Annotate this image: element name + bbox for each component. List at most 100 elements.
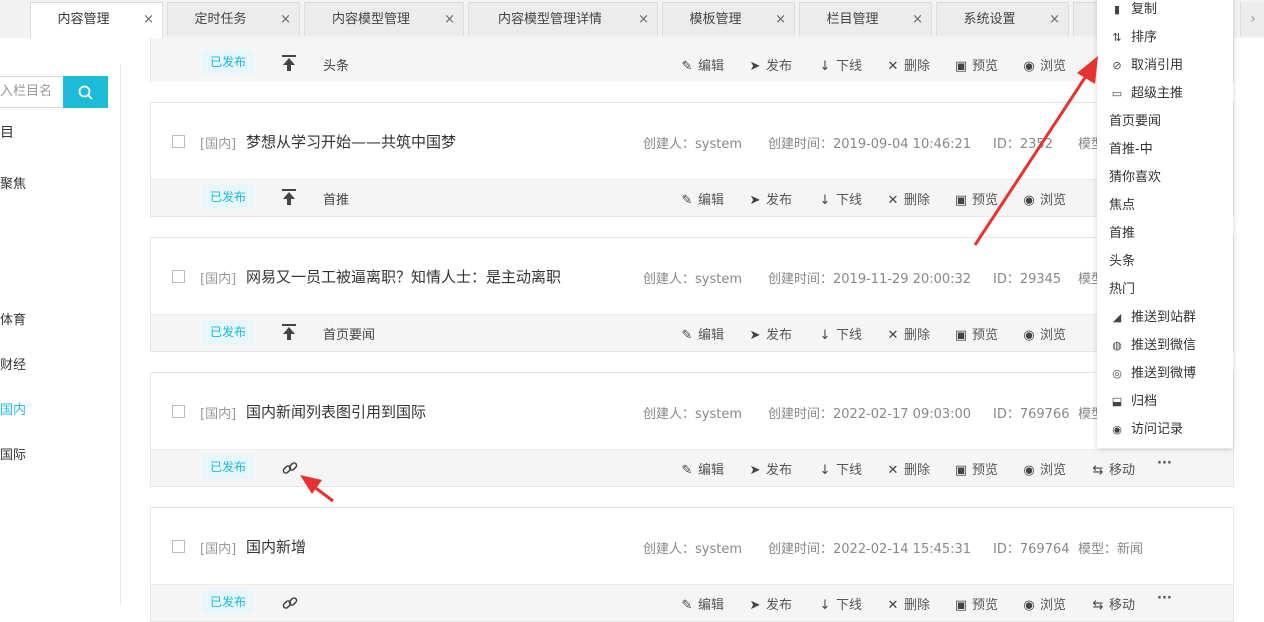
edit-button[interactable]: ✎ 编辑 <box>680 55 724 74</box>
tab-close-icon[interactable]: × <box>143 3 154 37</box>
tab-content-model-detail[interactable]: 内容模型管理详情 × <box>468 2 658 36</box>
card-action-bar: 已发布 首页要闻 ✎ 编辑 ➤ 发布 ↓ 下线 ✕ 删除 ▣ 预览 ◉ 浏览 <box>151 314 1233 351</box>
tab-close-icon[interactable]: × <box>280 3 291 37</box>
tab-close-icon[interactable]: × <box>912 3 923 37</box>
tree-item-focus[interactable]: 聚焦 <box>0 173 26 192</box>
preview-icon: ▣ <box>954 463 968 478</box>
preview-button[interactable]: ▣ 预览 <box>954 459 998 478</box>
browse-button[interactable]: ◉ 浏览 <box>1022 459 1066 478</box>
edit-button[interactable]: ✎ 编辑 <box>680 459 724 478</box>
offline-button[interactable]: ↓ 下线 <box>818 594 862 613</box>
menu-item-push-weibo[interactable]: ◎ 推送到微博 <box>1109 362 1196 381</box>
offline-button[interactable]: ↓ 下线 <box>818 55 862 74</box>
preview-button[interactable]: ▣ 预览 <box>954 189 998 208</box>
article-creator: 创建人：system <box>643 137 742 152</box>
eye-icon: ◉ <box>1023 328 1035 343</box>
move-button[interactable]: ⇆ 移动 <box>1091 459 1135 478</box>
edit-icon: ✎ <box>681 598 693 613</box>
tab-close-icon[interactable]: × <box>775 3 786 37</box>
tab-close-icon[interactable]: × <box>1049 3 1060 37</box>
promote-top-icon[interactable] <box>282 189 296 205</box>
publish-button[interactable]: ➤ 发布 <box>748 594 792 613</box>
publish-button[interactable]: ➤ 发布 <box>748 459 792 478</box>
menu-item-super-promote[interactable]: ▭ 超级主推 <box>1109 82 1183 101</box>
menu-item-you-may-like[interactable]: 猜你喜欢 <box>1109 166 1161 185</box>
offline-button[interactable]: ↓ 下线 <box>818 324 862 343</box>
offline-button[interactable]: ↓ 下线 <box>818 189 862 208</box>
menu-item-sort[interactable]: ⇅ 排序 <box>1109 26 1157 45</box>
send-icon: ➤ <box>749 193 761 208</box>
super-promote-icon: ▭ <box>1111 87 1123 100</box>
menu-item-push-site-group[interactable]: ◢ 推送到站群 <box>1109 306 1196 325</box>
publish-button[interactable]: ➤ 发布 <box>748 324 792 343</box>
preview-icon: ▣ <box>954 328 968 343</box>
article-creator: 创建人：system <box>643 542 742 557</box>
menu-item-homepage-headline[interactable]: 首页要闻 <box>1109 110 1161 129</box>
select-checkbox[interactable] <box>172 135 185 148</box>
browse-button[interactable]: ◉ 浏览 <box>1022 55 1066 74</box>
tab-template-management[interactable]: 模板管理 × <box>662 2 795 36</box>
preview-button[interactable]: ▣ 预览 <box>954 55 998 74</box>
delete-button[interactable]: ✕ 删除 <box>886 324 930 343</box>
link-icon[interactable] <box>282 460 298 476</box>
select-checkbox[interactable] <box>172 540 185 553</box>
menu-item-push-wechat[interactable]: ◍ 推送到微信 <box>1109 334 1196 353</box>
tab-close-icon[interactable]: × <box>638 3 649 37</box>
tab-column-management[interactable]: 栏目管理 × <box>799 2 932 36</box>
menu-item-visit-log[interactable]: ◉ 访问记录 <box>1109 418 1183 437</box>
browse-button[interactable]: ◉ 浏览 <box>1022 594 1066 613</box>
offline-button[interactable]: ↓ 下线 <box>818 459 862 478</box>
menu-item-top-pick[interactable]: 首推 <box>1109 222 1135 241</box>
article-title[interactable]: 国内新闻列表图引用到国际 <box>246 401 426 422</box>
tree-item-sports[interactable]: 体育 <box>0 309 26 328</box>
article-title[interactable]: 国内新增 <box>246 536 306 557</box>
tab-content-model-management[interactable]: 内容模型管理 × <box>304 2 464 36</box>
preview-button[interactable]: ▣ 预览 <box>954 594 998 613</box>
tab-scroll-right-icon[interactable]: › <box>1240 2 1264 36</box>
column-search-input[interactable]: 入栏目名 <box>0 76 64 108</box>
tab-scheduled-tasks[interactable]: 定时任务 × <box>167 2 300 36</box>
tab-close-icon[interactable]: × <box>444 3 455 37</box>
close-icon: ✕ <box>887 463 899 478</box>
menu-item-unlink[interactable]: ⊘ 取消引用 <box>1109 54 1183 73</box>
move-button[interactable]: ⇆ 移动 <box>1091 594 1135 613</box>
tab-content-management[interactable]: 内容管理 × <box>30 2 163 38</box>
edit-button[interactable]: ✎ 编辑 <box>680 189 724 208</box>
tree-item-international[interactable]: 国际 <box>0 444 26 463</box>
edit-button[interactable]: ✎ 编辑 <box>680 594 724 613</box>
publish-button[interactable]: ➤ 发布 <box>748 189 792 208</box>
menu-item-headline[interactable]: 头条 <box>1109 250 1135 269</box>
preview-button[interactable]: ▣ 预览 <box>954 324 998 343</box>
link-icon[interactable] <box>282 595 298 611</box>
browse-button[interactable]: ◉ 浏览 <box>1022 324 1066 343</box>
menu-item-top-pick-mid[interactable]: 首推-中 <box>1109 138 1153 157</box>
article-id: ID：769764 <box>993 542 1070 557</box>
tree-item-domestic[interactable]: 国内 <box>0 399 26 418</box>
swap-icon: ⇆ <box>1092 463 1104 478</box>
browse-button[interactable]: ◉ 浏览 <box>1022 189 1066 208</box>
promote-top-icon[interactable] <box>282 324 296 340</box>
search-button[interactable] <box>63 76 108 108</box>
edit-button[interactable]: ✎ 编辑 <box>680 324 724 343</box>
delete-button[interactable]: ✕ 删除 <box>886 189 930 208</box>
menu-item-copy[interactable]: ▮ 复制 <box>1109 0 1157 17</box>
select-checkbox[interactable] <box>172 270 185 283</box>
menu-item-hot[interactable]: 热门 <box>1109 278 1135 297</box>
more-button[interactable]: ··· <box>1157 591 1172 606</box>
promote-top-icon[interactable] <box>282 55 296 71</box>
tree-item-finance[interactable]: 财经 <box>0 354 26 373</box>
delete-button[interactable]: ✕ 删除 <box>886 594 930 613</box>
publish-button[interactable]: ➤ 发布 <box>748 55 792 74</box>
weibo-icon: ◎ <box>1112 367 1122 380</box>
more-button[interactable]: ··· <box>1157 456 1172 471</box>
menu-item-focus[interactable]: 焦点 <box>1109 194 1135 213</box>
article-title[interactable]: 梦想从学习开始——共筑中国梦 <box>246 131 456 152</box>
menu-item-archive[interactable]: ⬓ 归档 <box>1109 390 1157 409</box>
delete-button[interactable]: ✕ 删除 <box>886 55 930 74</box>
article-title[interactable]: 网易又一员工被逼离职？知情人士：是主动离职 <box>246 266 561 287</box>
recommend-label: 首推 <box>323 193 350 208</box>
tab-system-settings[interactable]: 系统设置 × <box>936 2 1069 36</box>
delete-button[interactable]: ✕ 删除 <box>886 459 930 478</box>
select-checkbox[interactable] <box>172 405 185 418</box>
tree-item-root[interactable]: 目 <box>0 122 14 142</box>
